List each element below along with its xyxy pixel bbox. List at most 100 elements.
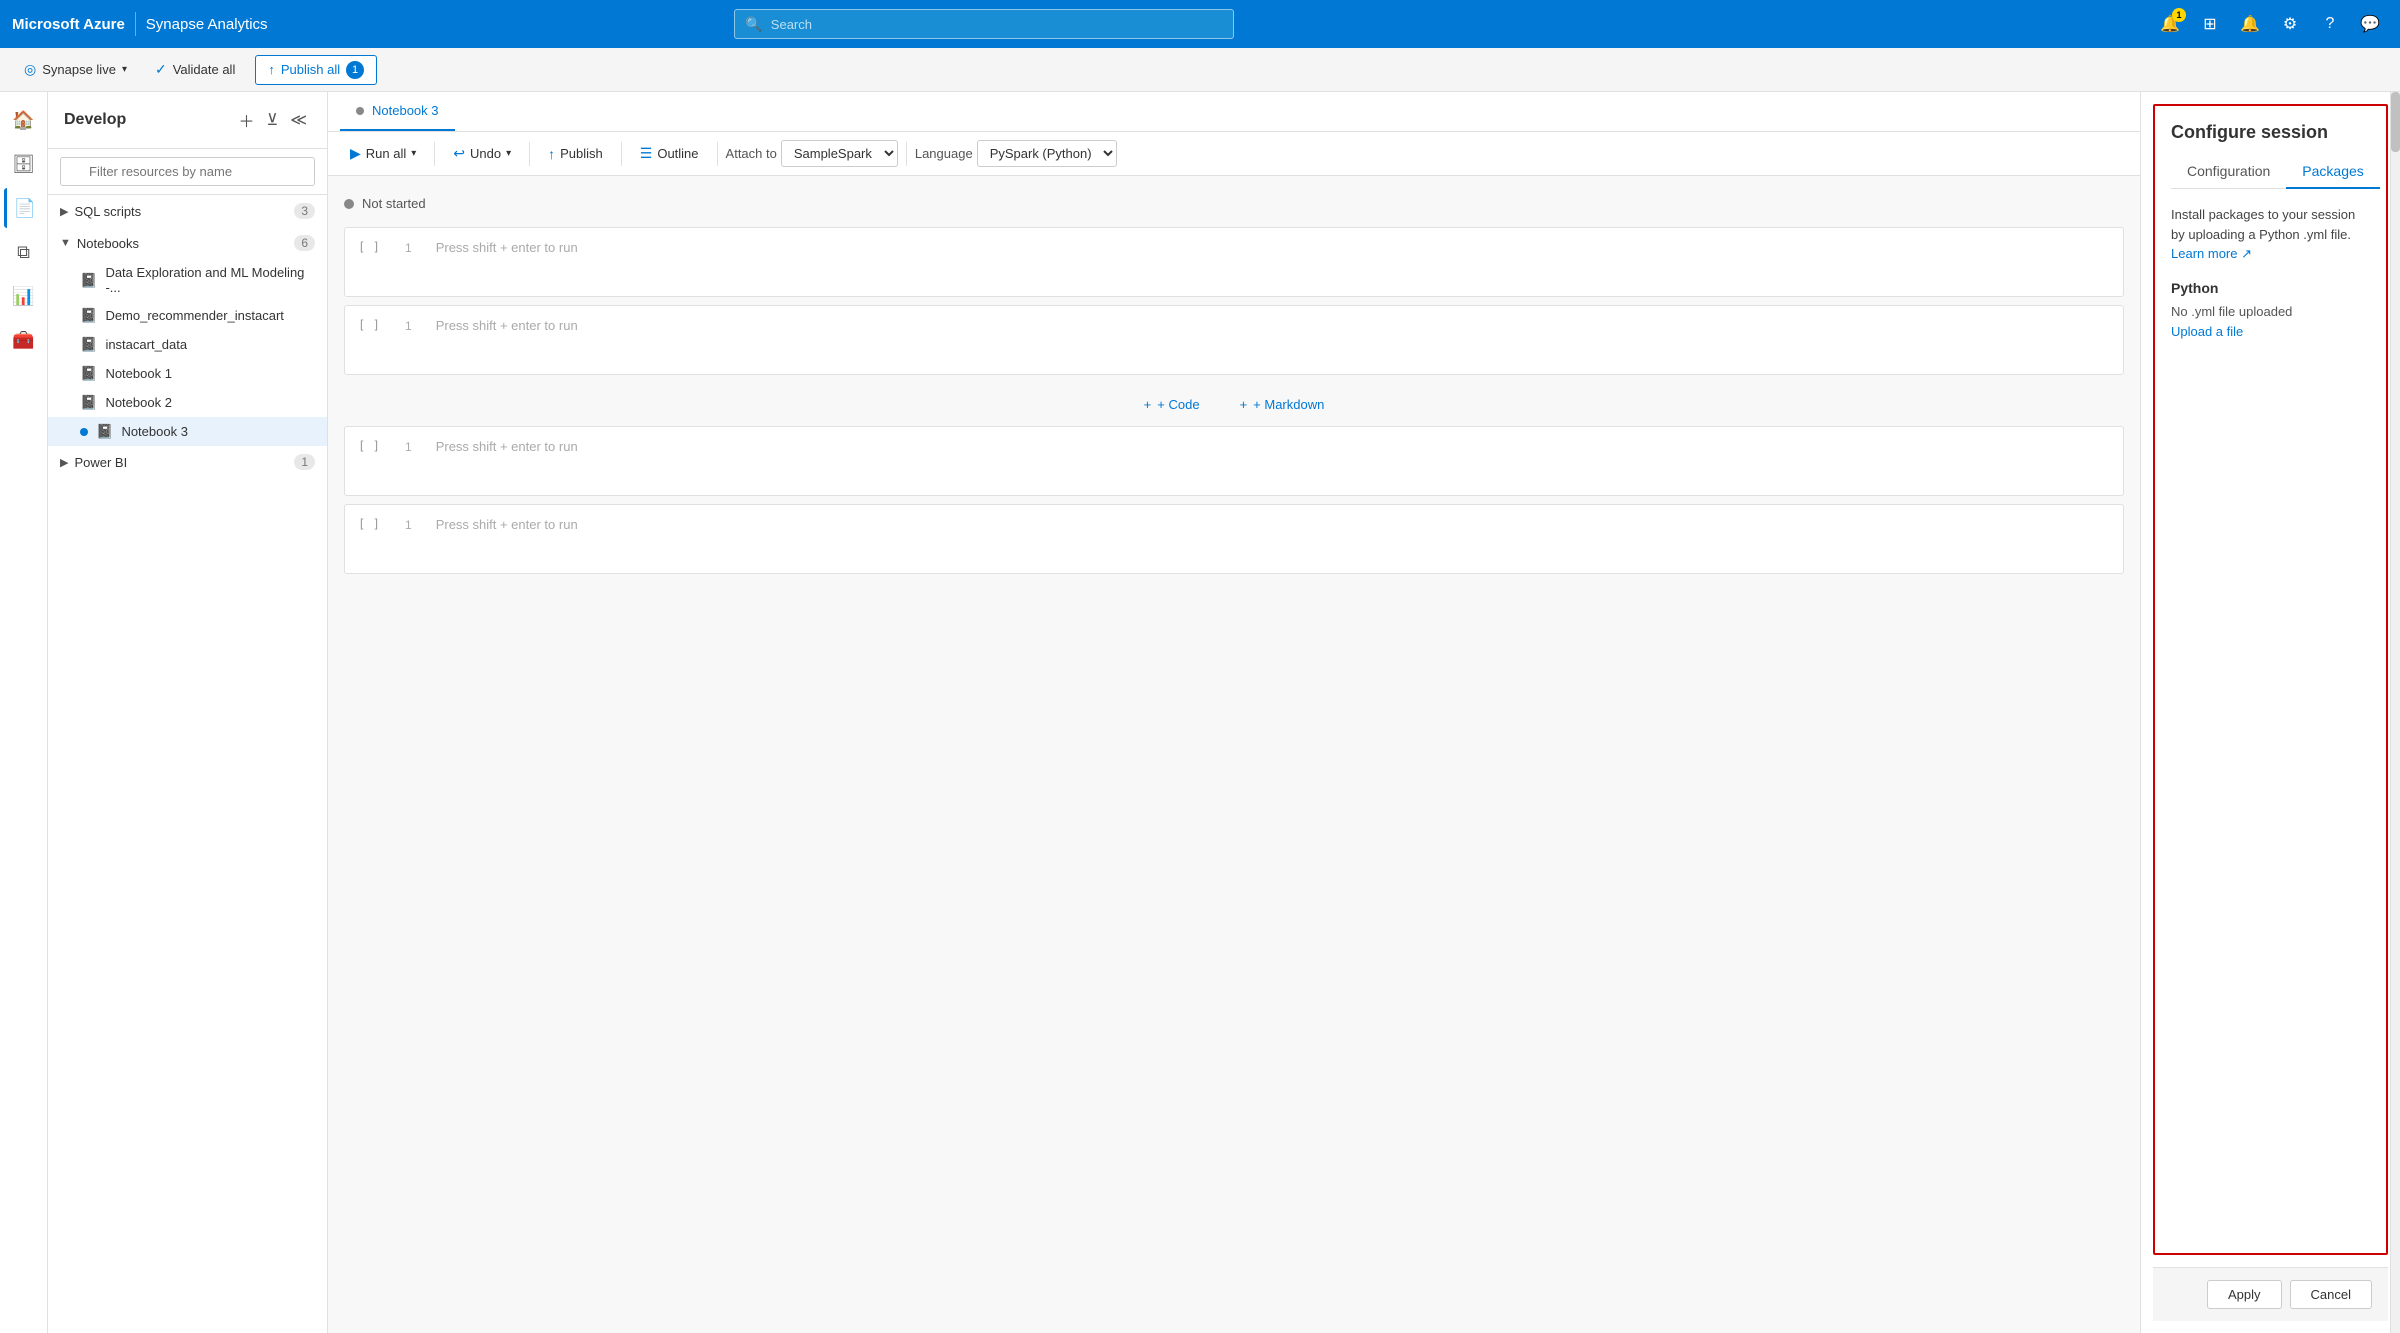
- tab-configuration[interactable]: Configuration: [2171, 155, 2286, 189]
- data-icon: 🗄: [12, 154, 35, 175]
- cell-3-bracket: [ ]: [358, 439, 380, 453]
- notebook-toolbar: ▶ Run all ▾ ↩ Undo ▾ ↑ Publish ☰ Outline…: [328, 132, 2140, 176]
- publish-icon2: ↑: [548, 146, 555, 162]
- apply-button[interactable]: Apply: [2207, 1280, 2282, 1309]
- cell-4-bracket: [ ]: [358, 517, 380, 531]
- second-nav: ◎ Synapse live ▾ ✓ Validate all ↑ Publis…: [0, 48, 2400, 92]
- develop-icon-btn[interactable]: 📄: [4, 188, 44, 228]
- cell-1-line-num: 1: [405, 241, 412, 255]
- nav-icons: 🔔 1 ⊞ 🔔 ⚙ ? 💬: [2152, 6, 2388, 42]
- notifications-button[interactable]: 🔔 1: [2152, 6, 2188, 42]
- undo-button[interactable]: ↩ Undo ▾: [443, 140, 521, 167]
- sidebar-actions: ＋ ⊻ ≪: [235, 104, 311, 136]
- cell-1-bracket: [ ]: [358, 240, 380, 254]
- notebook-item-1[interactable]: 📓 Data Exploration and ML Modeling -...: [48, 259, 327, 301]
- help-button[interactable]: ?: [2312, 6, 2348, 42]
- icon-bar: 🏠 🗄 📄 ⧉ 📊 🧰: [0, 92, 48, 1333]
- synapse-live-item[interactable]: ◎ Synapse live ▾: [16, 57, 135, 82]
- cell-3-content[interactable]: 1 Press shift + enter to run: [393, 427, 2123, 495]
- configure-title: Configure session: [2171, 122, 2370, 143]
- undo-chevron: ▾: [506, 148, 511, 159]
- cell-4-line-num: 1: [405, 518, 412, 532]
- integrate-icon-btn[interactable]: ⧉: [4, 232, 44, 272]
- sidebar-content: ▶ SQL scripts 3 ▼ Notebooks 6 📓: [48, 195, 327, 1333]
- powerbi-left: ▶ Power BI: [60, 455, 127, 470]
- validate-icon: ✓: [155, 61, 167, 78]
- notebook-label-6: Notebook 3: [121, 424, 188, 439]
- sep-2: [529, 142, 530, 166]
- outline-button[interactable]: ☰ Outline: [630, 140, 709, 167]
- notebooks-header[interactable]: ▼ Notebooks 6: [48, 227, 327, 259]
- cell-2-run-button[interactable]: ▶: [328, 314, 332, 328]
- publish-all-button[interactable]: ↑ Publish all 1: [255, 55, 377, 85]
- synapse-live-chevron: ▾: [122, 64, 127, 75]
- outline-icon: ☰: [640, 145, 653, 162]
- notebook-label-2: Demo_recommender_instacart: [105, 308, 283, 323]
- add-resource-button[interactable]: ＋: [235, 104, 259, 136]
- right-scrollbar[interactable]: [2390, 92, 2400, 1333]
- plus-markdown-icon: +: [1240, 397, 1248, 412]
- publish-button[interactable]: ↑ Publish: [538, 141, 613, 167]
- gear-icon: ⚙: [2283, 14, 2297, 34]
- cell-2-move-button[interactable]: ∨: [328, 332, 332, 350]
- cell-4-container: [ ] 1 Press shift + enter to run: [344, 504, 2124, 574]
- feedback-button[interactable]: 💬: [2352, 6, 2388, 42]
- integrate-icon: ⧉: [17, 242, 30, 263]
- manage-icon: 🧰: [12, 330, 34, 351]
- sql-scripts-header[interactable]: ▶ SQL scripts 3: [48, 195, 327, 227]
- notebook-icon-1: 📓: [80, 272, 97, 289]
- cell-2: ▶ ∨ [ ] 1 Press shift + enter to run: [344, 305, 2124, 375]
- notebook-item-4[interactable]: 📓 Notebook 1: [48, 359, 327, 388]
- manage-icon-btn[interactable]: 🧰: [4, 320, 44, 360]
- settings-button[interactable]: ⚙: [2272, 6, 2308, 42]
- notebook-item-2[interactable]: 📓 Demo_recommender_instacart: [48, 301, 327, 330]
- cell-2-container: ▶ ∨ [ ] 1 Press shift + enter to run: [344, 305, 2124, 375]
- add-code-button[interactable]: + + Code: [1136, 393, 1208, 416]
- filter-input[interactable]: [60, 157, 315, 186]
- powerbi-header[interactable]: ▶ Power BI 1: [48, 446, 327, 478]
- cell-2-content[interactable]: 1 Press shift + enter to run: [393, 306, 2123, 374]
- home-icon-btn[interactable]: 🏠: [4, 100, 44, 140]
- run-all-button[interactable]: ▶ Run all ▾: [340, 140, 426, 167]
- alert-icon: 🔔: [2240, 14, 2260, 34]
- status-text: Not started: [362, 196, 426, 211]
- outline-label: Outline: [657, 146, 698, 161]
- language-label: Language: [915, 146, 973, 161]
- cell-1-content[interactable]: 1 Press shift + enter to run: [393, 228, 2123, 296]
- configure-tabs: Configuration Packages: [2171, 155, 2370, 189]
- monitor-icon-btn[interactable]: 📊: [4, 276, 44, 316]
- home-icon: 🏠: [12, 110, 34, 131]
- alert-button[interactable]: 🔔: [2232, 6, 2268, 42]
- search-input[interactable]: [771, 17, 1224, 32]
- cancel-button[interactable]: Cancel: [2290, 1280, 2372, 1309]
- monitor-icon: 📊: [12, 286, 34, 307]
- notebook-tab-bar: Notebook 3: [328, 92, 2140, 132]
- notebook-label-4: Notebook 1: [105, 366, 172, 381]
- publish-badge: 1: [346, 61, 364, 79]
- hide-sidebar-button[interactable]: ≪: [286, 104, 311, 136]
- cell-4-line: 1 Press shift + enter to run: [405, 517, 2111, 532]
- plus-code-icon: +: [1144, 397, 1152, 412]
- upload-file-link[interactable]: Upload a file: [2171, 324, 2243, 339]
- notebook-item-5[interactable]: 📓 Notebook 2: [48, 388, 327, 417]
- tab-modified-dot: [356, 107, 364, 115]
- attach-to-select[interactable]: SampleSpark: [781, 140, 898, 167]
- powerbi-chevron-icon: ▶: [60, 456, 68, 469]
- add-code-label: + Code: [1157, 397, 1199, 412]
- notebook-tab-3[interactable]: Notebook 3: [340, 92, 455, 131]
- add-markdown-button[interactable]: + + Markdown: [1232, 393, 1333, 416]
- cell-4-content[interactable]: 1 Press shift + enter to run: [393, 505, 2123, 573]
- search-bar[interactable]: 🔍: [734, 9, 1234, 39]
- notebook-item-6[interactable]: 📓 Notebook 3: [48, 417, 327, 446]
- notebook-item-3[interactable]: 📓 instacart_data: [48, 330, 327, 359]
- cell-2-line-num: 1: [405, 319, 412, 333]
- tab-packages[interactable]: Packages: [2286, 155, 2379, 189]
- validate-all-item[interactable]: ✓ Validate all: [147, 57, 243, 82]
- language-select[interactable]: PySpark (Python): [977, 140, 1117, 167]
- collapse-button[interactable]: ⊻: [263, 104, 283, 136]
- data-icon-btn[interactable]: 🗄: [4, 144, 44, 184]
- learn-more-link[interactable]: Learn more ↗: [2171, 246, 2252, 261]
- status-dot: [344, 199, 354, 209]
- cell-2-placeholder: Press shift + enter to run: [436, 318, 578, 333]
- dashboard-button[interactable]: ⊞: [2192, 6, 2228, 42]
